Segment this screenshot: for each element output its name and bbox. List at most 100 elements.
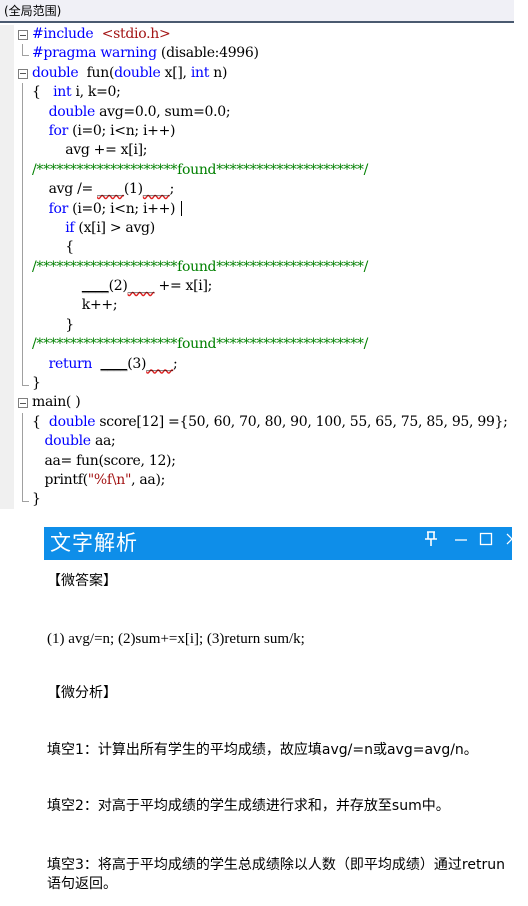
fold-toggle-icon[interactable] (18, 30, 28, 40)
fold-guide (22, 199, 23, 219)
code-token: i, k=0; (71, 84, 121, 101)
analysis-blank-3: 填空3：将高于平均成绩的学生总成绩除以人数（即平均成绩）通过retrun语句返回… (47, 857, 505, 892)
code-string: <stdio.h> (101, 26, 171, 42)
code-token: ; (169, 181, 175, 198)
code-line[interactable]: } (16, 374, 514, 393)
code-token: (disable:4996) (156, 45, 259, 62)
code-line[interactable]: main( ) (16, 393, 514, 412)
pin-icon[interactable] (424, 531, 438, 552)
code-line[interactable]: avg += x[i]; (16, 141, 514, 161)
code-token: } (32, 316, 74, 333)
code-keyword: double (32, 64, 79, 81)
analysis-heading: 【微分析】 (47, 685, 117, 701)
code-token: (i=0; i<n; i++) (68, 122, 176, 139)
code-keyword: return (48, 355, 93, 372)
code-keyword: if (65, 219, 75, 236)
code-keyword: int (53, 84, 72, 101)
code-keyword: #pragma warning (32, 45, 157, 62)
code-token: aa; (90, 433, 116, 450)
code-line[interactable]: ____(2)____ += x[i]; (16, 277, 514, 297)
code-line[interactable]: double aa; (16, 432, 514, 452)
code-line[interactable]: } (16, 315, 514, 336)
code-line[interactable]: if (x[i] > avg) (16, 218, 514, 239)
code-line[interactable]: /*********************found*************… (16, 257, 514, 278)
answer-text: (1) avg/=n; (2)sum+=x[i]; (3)return sum/… (47, 631, 305, 647)
editor-gutter (0, 25, 14, 509)
code-token: x[], (160, 64, 191, 81)
code-line[interactable]: } (16, 490, 514, 509)
code-token: k++; (32, 297, 118, 314)
fold-guide (22, 160, 23, 181)
code-line[interactable]: /*********************found*************… (16, 335, 514, 355)
panel-title: 文字解析 (50, 531, 138, 555)
fill-blank: ____ (146, 355, 174, 372)
fill-blank: ____ (97, 181, 124, 198)
fold-guide-end (22, 44, 29, 57)
code-token: { (32, 413, 49, 430)
code-line[interactable]: double fun(double x[], int n) (16, 64, 514, 83)
code-line[interactable]: return ____(3)____; (16, 354, 514, 375)
fold-guide (22, 277, 23, 297)
code-token: (1) (123, 181, 143, 198)
code-keyword: double (48, 103, 96, 120)
code-lines[interactable]: #include <stdio.h> #pragma warning (disab… (16, 25, 514, 510)
minimize-icon[interactable] (454, 531, 468, 552)
fold-toggle-icon[interactable] (18, 398, 28, 409)
code-line[interactable]: avg /= ____(1)____; (16, 180, 514, 200)
code-line[interactable]: for (i=0; i<n; i++) (16, 121, 514, 142)
code-token: , aa); (131, 471, 166, 488)
code-token: n) (209, 64, 228, 81)
code-keyword: #include (32, 26, 94, 42)
code-line[interactable]: #pragma warning (disable:4996) (16, 44, 514, 63)
code-line[interactable]: aa= fun(score, 12); (16, 451, 514, 471)
code-line[interactable]: { int i, k=0; (16, 83, 514, 103)
fold-guide (22, 451, 23, 471)
fold-guide (22, 257, 23, 278)
code-token: { (32, 239, 74, 256)
code-token: score[12] ={50, 60, 70, 80, 90, 100, 55,… (95, 413, 508, 430)
fold-guide (22, 296, 23, 316)
code-line[interactable]: #include <stdio.h> (16, 25, 514, 44)
scope-dropdown[interactable]: (全局范围) (0, 0, 514, 23)
code-token: ; (173, 355, 178, 372)
code-line[interactable]: double avg=0.0, sum=0.0; (16, 102, 514, 122)
code-token: aa= fun(score, 12); (32, 452, 176, 469)
code-token: } (32, 375, 41, 392)
fold-guide-end (22, 374, 29, 387)
fold-guide (22, 102, 23, 122)
analysis-blank-1: 填空1：计算出所有学生的平均成绩，故应填avg/=n或avg=avg/n。 (47, 742, 478, 758)
maximize-icon[interactable] (479, 531, 493, 552)
code-string: "%f\n" (87, 471, 132, 488)
fold-guide (22, 141, 23, 161)
code-keyword: double (44, 433, 91, 450)
code-line[interactable]: printf("%f\n", aa); (16, 470, 514, 491)
code-line[interactable]: /*********************found*************… (16, 160, 514, 181)
code-token: { (32, 84, 54, 101)
fold-guide (22, 83, 23, 103)
code-line[interactable]: for (i=0; i<n; i++) (16, 199, 514, 219)
fold-guide (22, 218, 23, 239)
code-keyword: double (114, 64, 161, 81)
code-token: avg += x[i]; (32, 142, 148, 159)
code-token: avg=0.0, sum=0.0; (94, 103, 231, 120)
code-line[interactable]: { double score[12] ={50, 60, 70, 80, 90,… (16, 412, 514, 433)
fold-guide (22, 180, 23, 200)
fold-toggle-icon[interactable] (18, 68, 28, 79)
code-token: (x[i] > avg) (74, 219, 155, 236)
code-comment: /*********************found*************… (32, 161, 369, 178)
fold-guide (22, 238, 23, 258)
code-token: (3) (127, 355, 147, 372)
fold-guide (22, 412, 23, 433)
code-keyword: int (190, 64, 210, 81)
code-line[interactable]: { (16, 238, 514, 258)
code-line[interactable]: k++; (16, 296, 514, 316)
analysis-blank-2: 填空2：对高于平均成绩的学生成绩进行求和，并存放至sum中。 (47, 798, 450, 814)
close-icon[interactable] (506, 531, 512, 552)
code-editor[interactable]: #include <stdio.h> #pragma warning (disab… (0, 25, 514, 509)
code-token: } (32, 491, 41, 508)
fill-blank: ____ (142, 181, 170, 198)
